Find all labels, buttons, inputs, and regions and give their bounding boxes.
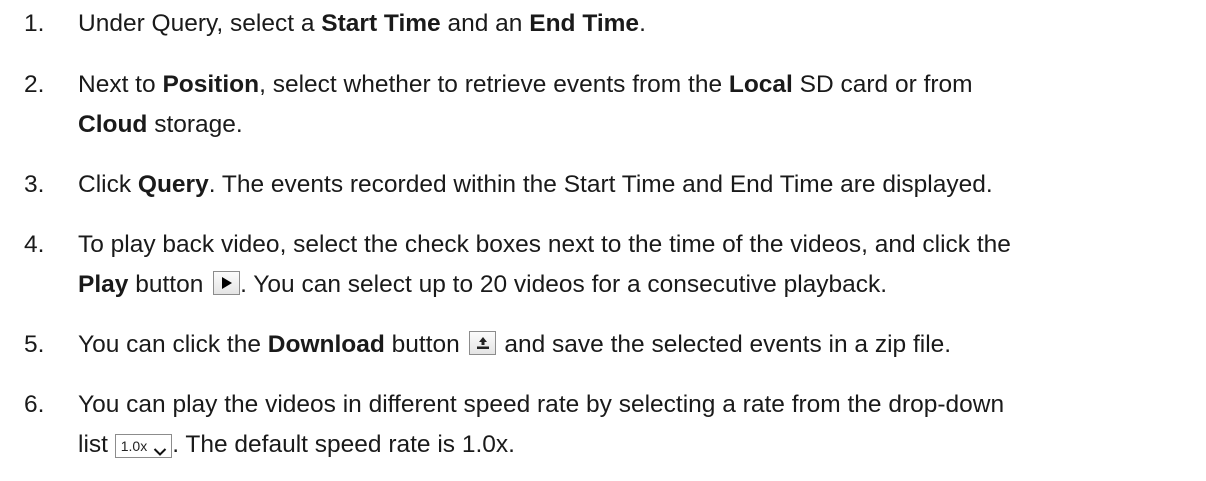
text-run: Next to xyxy=(78,71,163,98)
text-run: . xyxy=(639,10,646,37)
text-run: . The default speed rate is 1.0x. xyxy=(172,431,515,458)
step-number: 6. xyxy=(24,391,45,418)
bold-term-query: Query xyxy=(137,171,209,198)
download-icon xyxy=(476,337,489,349)
bold-term-download: Download xyxy=(267,331,385,358)
step-text: Under Query, select a Start Time and an … xyxy=(78,4,1200,44)
text-run: . The events recorded within the Start T… xyxy=(208,171,993,198)
text-run: You can play the videos in different spe… xyxy=(78,391,1005,418)
step-number: 5. xyxy=(24,331,45,358)
bold-term-play: Play xyxy=(78,271,129,298)
text-run: To play back video, select the check box… xyxy=(78,231,1011,258)
text-run: You can click the xyxy=(78,331,268,358)
text-run: and an xyxy=(440,10,530,37)
text-run: SD card or from xyxy=(792,71,973,98)
step-text: You can click the Download button and sa… xyxy=(78,325,1200,365)
text-run: , select whether to retrieve events from… xyxy=(259,71,729,98)
text-run: . You can select up to 20 videos for a c… xyxy=(240,271,888,298)
step-number: 1. xyxy=(24,10,45,37)
text-run: button xyxy=(384,331,467,358)
bold-term-position: Position xyxy=(162,71,260,98)
speed-rate-dropdown[interactable]: 1.0x xyxy=(114,434,173,458)
step-text: To play back video, select the check box… xyxy=(78,225,1200,305)
step-text: Click Query. The events recorded within … xyxy=(78,165,1200,205)
chevron-down-icon xyxy=(153,441,167,456)
text-run: and save the selected events in a zip fi… xyxy=(497,331,952,358)
play-icon xyxy=(222,277,233,289)
download-button[interactable] xyxy=(468,331,496,355)
step-text: Next to Position, select whether to retr… xyxy=(78,65,1200,145)
step-text: You can play the videos in different spe… xyxy=(78,385,1200,465)
bold-term-end-time: End Time xyxy=(529,10,640,37)
text-run: list xyxy=(78,431,115,458)
bold-term-cloud: Cloud xyxy=(78,111,148,138)
dropdown-value: 1.0x xyxy=(120,438,148,454)
bold-term-local: Local xyxy=(728,71,793,98)
bold-term-start-time: Start Time xyxy=(321,10,441,37)
step-number: 3. xyxy=(24,171,45,198)
play-button[interactable] xyxy=(213,271,241,295)
step-number: 2. xyxy=(24,71,45,98)
text-run: storage. xyxy=(147,111,243,138)
step-number: 4. xyxy=(24,231,45,258)
text-run: Click xyxy=(78,171,138,198)
text-run: Under Query, select a xyxy=(78,10,322,37)
text-run: button xyxy=(128,271,211,298)
